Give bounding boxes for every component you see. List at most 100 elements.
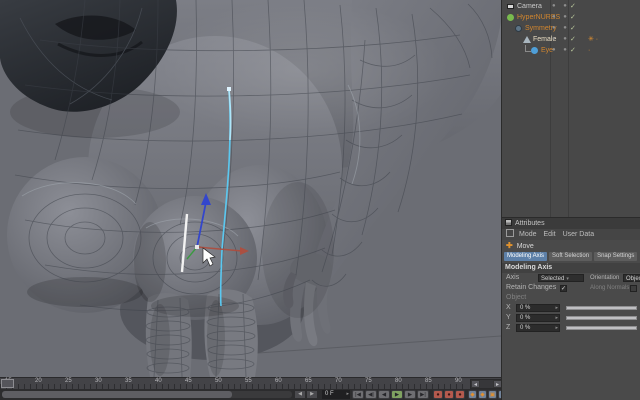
next-frame-button[interactable]: ▶ [404, 390, 416, 399]
section-header: Modeling Axis [502, 263, 640, 273]
animation-toolbar: ◀ ▶ 0 F ▸ |◀◀|◀▶▶▶|●●●◆◆▣♪ [0, 389, 507, 400]
visibility-toggles[interactable]: ● ● [552, 12, 568, 23]
tab-soft-selection[interactable]: Soft Selection [549, 252, 593, 261]
object-tag-icon[interactable]: · [588, 45, 590, 56]
visibility-toggles[interactable]: ● ● [552, 45, 568, 56]
menu-item-mode[interactable]: Mode [519, 231, 537, 238]
record-scale-button[interactable]: ● [444, 390, 454, 399]
ruler-frame-label: 90 [455, 378, 462, 384]
slider-value-field[interactable]: 0 % ▸ [516, 304, 560, 312]
slider-row-x: X 0 % ▸ [502, 303, 640, 313]
field-spinner-icon[interactable]: ▸ [555, 315, 558, 322]
app-window: 15202530354045505560657075808590 ◂ ▸ ◀ ▶… [0, 0, 640, 400]
slider-axis-label: X [506, 304, 511, 311]
slider-track[interactable] [566, 316, 637, 320]
slider-axis-label: Y [506, 314, 511, 321]
autokey-button[interactable]: ◆ [478, 390, 487, 399]
prev-key-button[interactable]: ◀| [365, 390, 377, 399]
frame-spinner-icon[interactable]: ▸ [346, 390, 349, 399]
object-manager-row[interactable]: Eye ● ● ✓ · [502, 45, 640, 56]
menu-item-edit[interactable]: Edit [544, 231, 556, 238]
visibility-toggles[interactable]: ● ● [552, 1, 568, 12]
ruler-frame-label: 35 [125, 378, 132, 384]
enabled-toggle[interactable]: ✓ [570, 23, 576, 34]
axis-label: Axis [506, 274, 520, 281]
axis-sliders: X 0 % ▸ Y 0 % ▸ Z 0 % ▸ [502, 303, 640, 333]
plus-icon: ✚ [506, 241, 513, 250]
tab-snap-settings[interactable]: Snap Settings [594, 252, 638, 261]
ruler-frame-label: 75 [365, 378, 372, 384]
hypernurbs-icon[interactable] [507, 14, 514, 21]
object-manager: Camera ● ● ✓ HyperNURBS ● ● ✓ Symmetry ● ● ✓ Fema… [502, 1, 640, 56]
axis-dropdown[interactable]: Selected ▾ [538, 274, 584, 282]
ruler-frame-label: 45 [185, 378, 192, 384]
slider-value-field[interactable]: 0 % ▸ [516, 324, 560, 332]
timeline-scroll-left-button[interactable]: ◂ [471, 380, 480, 388]
polygon-icon[interactable] [523, 36, 531, 43]
ruler-frame-label: 30 [95, 378, 102, 384]
field-spinner-icon[interactable]: ▸ [555, 325, 558, 332]
ruler-frame-label: 25 [65, 378, 72, 384]
horizontal-scrollbar[interactable] [2, 391, 292, 398]
object-row: Object [502, 293, 640, 303]
object-label: Object [506, 294, 527, 301]
scroll-left-button[interactable]: ◀ [295, 391, 305, 398]
record-rotation-button[interactable]: ● [455, 390, 465, 399]
current-frame-field[interactable]: 0 F ▸ [322, 390, 350, 399]
play-button[interactable]: ▶ [391, 390, 403, 399]
record-key-button[interactable]: ◆ [468, 390, 477, 399]
visibility-toggles[interactable]: ● ● [552, 23, 568, 34]
scroll-right-button[interactable]: ▶ [307, 391, 317, 398]
goto-end-button[interactable]: ▶| [417, 390, 429, 399]
object-manager-row[interactable]: Camera ● ● ✓ [502, 1, 640, 12]
field-spinner-icon[interactable]: ▸ [555, 305, 558, 312]
record-position-button[interactable]: ● [433, 390, 443, 399]
retain-changes-row: Retain Changes ✓ Along Normals [502, 283, 640, 293]
key-options-button[interactable]: ▣ [488, 390, 497, 399]
enabled-toggle[interactable]: ✓ [570, 45, 576, 56]
enabled-toggle[interactable]: ✓ [570, 34, 576, 45]
slider-axis-label: Z [506, 324, 511, 331]
attributes-title: Attributes [515, 220, 545, 227]
ruler-frame-label: 60 [275, 378, 282, 384]
spline-icon[interactable] [531, 47, 538, 54]
object-manager-row[interactable]: Symmetry ● ● ✓ [502, 23, 640, 34]
retain-changes-checkbox[interactable]: ✓ [560, 284, 567, 292]
retain-changes-label: Retain Changes [506, 284, 557, 291]
goto-start-button[interactable]: |◀ [352, 390, 364, 399]
object-manager-row[interactable]: HyperNURBS ● ● ✓ [502, 12, 640, 23]
timeline-ruler[interactable]: 15202530354045505560657075808590 ◂ ▸ [0, 377, 505, 389]
active-tool-label: Move [516, 243, 534, 250]
ruler-frame-label: 40 [155, 378, 162, 384]
viewport-3d[interactable] [0, 0, 501, 377]
along-normals-checkbox[interactable] [630, 284, 637, 292]
orientation-dropdown[interactable]: Object [623, 274, 640, 282]
menu-item-user-data[interactable]: User Data [563, 231, 595, 238]
visibility-toggles[interactable]: ● ● [552, 34, 568, 45]
camera-icon[interactable] [507, 4, 514, 9]
slider-track[interactable] [566, 306, 637, 310]
object-tag-icon[interactable]: ✳ · [588, 34, 598, 45]
object-name[interactable]: Camera [517, 1, 542, 12]
attributes-titlebar: Attributes [502, 218, 640, 229]
slider-row-z: Z 0 % ▸ [502, 323, 640, 333]
tab-modeling-axis[interactable]: Modeling Axis [504, 252, 548, 261]
current-frame-value: 0 F [325, 391, 334, 397]
active-tool-row: ✚ Move [502, 240, 640, 252]
attributes-tabs: Modeling Axis Soft Selection Snap Settings [502, 252, 640, 263]
timeline-playhead[interactable] [1, 379, 14, 388]
ruler-frame-label: 80 [395, 378, 402, 384]
symmetry-icon[interactable] [515, 25, 522, 32]
panel-icon [505, 219, 512, 226]
horizontal-scrollbar-thumb[interactable] [2, 391, 232, 398]
slider-track[interactable] [566, 326, 637, 330]
ruler-frame-label: 55 [245, 378, 252, 384]
orientation-label: Orientation [590, 275, 620, 281]
orientation-value: Object [626, 276, 640, 282]
attributes-menubar: Mode Edit User Data [502, 229, 640, 240]
slider-value-field[interactable]: 0 % ▸ [516, 314, 560, 322]
prev-frame-button[interactable]: ◀ [378, 390, 390, 399]
enabled-toggle[interactable]: ✓ [570, 1, 576, 12]
enabled-toggle[interactable]: ✓ [570, 12, 576, 23]
object-manager-row[interactable]: Female ● ● ✓ ✳ · [502, 34, 640, 45]
